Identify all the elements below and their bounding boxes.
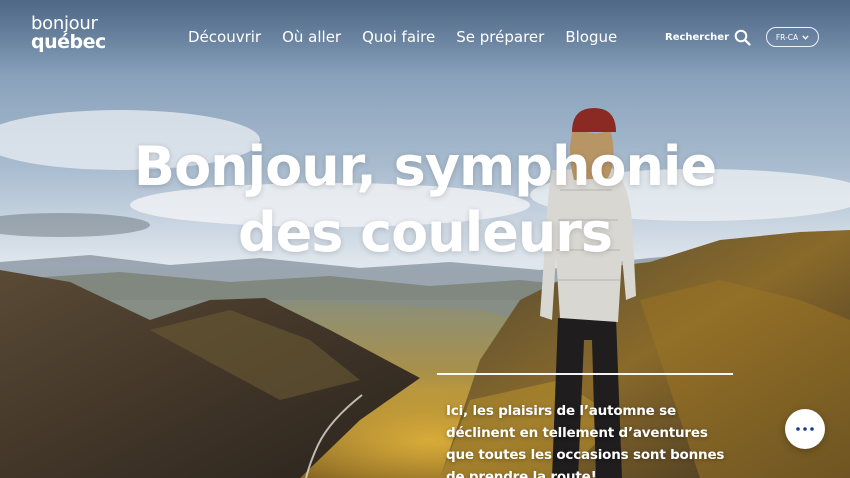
main-nav: Découvrir Où aller Quoi faire Se prépare…	[188, 28, 638, 46]
hero-intro-line-1: Ici, les plaisirs de l’automne se	[446, 403, 676, 419]
search-button[interactable]: Rechercher	[665, 29, 751, 46]
logo-line-2: québec	[31, 31, 106, 53]
language-selector[interactable]: FR-CA	[766, 27, 819, 47]
hero-headline-line-2: des couleurs	[237, 201, 613, 264]
bonjour-quebec-logo[interactable]: bonjour québec	[31, 14, 106, 52]
language-selected-value: FR-CA	[775, 32, 799, 42]
intro-divider	[437, 373, 733, 375]
search-icon	[734, 29, 751, 46]
hero-intro-line-4: de prendre la route!	[446, 469, 597, 478]
site-header: bonjour québec Découvrir Où aller Quoi f…	[0, 0, 850, 76]
search-label: Rechercher	[665, 32, 730, 43]
hero-headline-line-1: Bonjour, symphonie	[133, 135, 717, 198]
more-dots-icon	[796, 427, 814, 431]
hero-headline: Bonjour, symphonie des couleurs	[100, 134, 750, 266]
nav-item-decouvrir[interactable]: Découvrir	[188, 28, 261, 46]
hero-intro-line-3: que toutes les occasions sont bonnes	[446, 447, 725, 463]
nav-item-blogue[interactable]: Blogue	[565, 28, 617, 46]
nav-item-se-preparer[interactable]: Se préparer	[456, 28, 544, 46]
nav-item-quoi-faire[interactable]: Quoi faire	[362, 28, 435, 46]
hero-intro-text: Ici, les plaisirs de l’automne se déclin…	[446, 400, 746, 478]
chevron-down-icon	[802, 34, 809, 40]
nav-item-ou-aller[interactable]: Où aller	[282, 28, 341, 46]
hero-intro-line-2: déclinent en tellement d’aventures	[446, 425, 708, 441]
more-options-button[interactable]	[785, 409, 825, 449]
